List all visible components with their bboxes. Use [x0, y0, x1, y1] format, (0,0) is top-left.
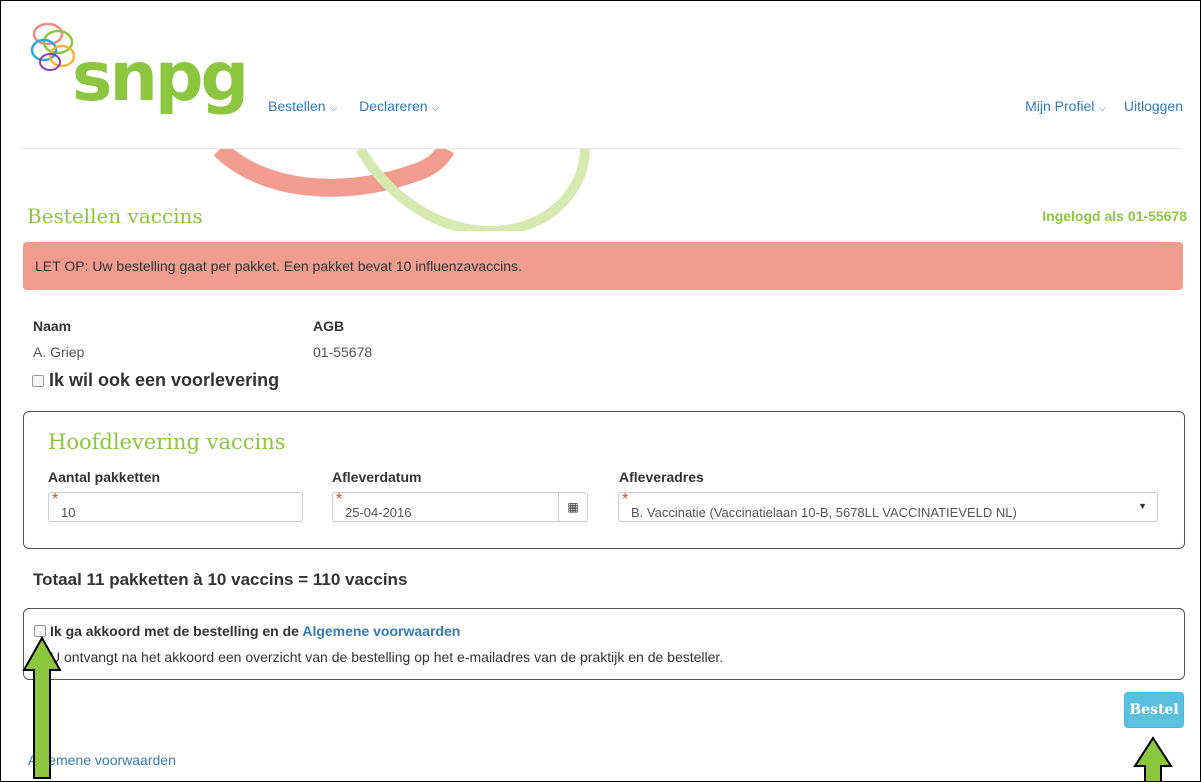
nav-label: Declareren — [359, 98, 428, 114]
select-caret-icon: ▼ — [1138, 501, 1147, 511]
logged-in-status: Ingelogd als 01-55678 — [1042, 208, 1187, 224]
bestel-button[interactable]: Bestel — [1124, 692, 1184, 728]
main-nav: Bestellen ⌵ Declareren ⌵ — [268, 98, 457, 114]
algemene-voorwaarden-link[interactable]: Algemene voorwaarden — [302, 623, 460, 639]
logo-text[interactable]: snpg — [72, 38, 249, 118]
afleveradres-value: B. Vaccinatie (Vaccinatielaan 10-B, 5678… — [631, 505, 1017, 520]
annotation-arrow-up-icon — [1133, 736, 1173, 782]
chevron-down-icon: ⌵ — [1098, 103, 1106, 114]
page-title: Bestellen vaccins — [27, 204, 203, 228]
calendar-icon[interactable]: ▦ — [558, 493, 587, 521]
afleverdatum-value: 25-04-2016 — [345, 505, 412, 520]
nav-declareren[interactable]: Declareren ⌵ — [359, 98, 439, 114]
afleveradres-select[interactable]: * B. Vaccinatie (Vaccinatielaan 10-B, 56… — [618, 492, 1158, 522]
user-nav: Mijn Profiel ⌵ Uitloggen — [1011, 98, 1183, 114]
order-alert: LET OP: Uw bestelling gaat per pakket. E… — [23, 242, 1183, 290]
voorlevering-label: Ik wil ook een voorlevering — [49, 370, 280, 390]
afleveradres-label: Afleveradres — [619, 469, 704, 485]
nav-mijn-profiel[interactable]: Mijn Profiel ⌵ — [1025, 98, 1106, 114]
required-icon: * — [336, 491, 343, 508]
agb-value: 01-55678 — [313, 344, 373, 360]
voorlevering-checkbox[interactable] — [32, 375, 44, 387]
afleverdatum-input[interactable]: * 25-04-2016 ▦ — [332, 492, 588, 522]
required-icon: * — [622, 491, 629, 508]
hoofdlevering-panel: Hoofdlevering vaccins Aantal pakketten *… — [23, 411, 1185, 549]
nav-label: Mijn Profiel — [1025, 98, 1095, 114]
hoofdlevering-title: Hoofdlevering vaccins — [48, 430, 286, 454]
aantal-label: Aantal pakketten — [48, 469, 161, 485]
nav-label: Bestellen — [268, 98, 326, 114]
name-value: A. Griep — [33, 344, 85, 360]
nav-uitloggen[interactable]: Uitloggen — [1124, 98, 1183, 114]
afleverdatum-label: Afleverdatum — [332, 469, 422, 485]
aantal-input[interactable]: * 10 — [48, 492, 303, 522]
decorative-swoosh — [213, 149, 590, 231]
akkoord-label: Ik ga akkoord met de bestelling en de — [50, 623, 299, 639]
required-icon: * — [52, 491, 59, 508]
annotation-arrow-up-icon — [22, 636, 62, 779]
akkoord-info: U ontvangt na het akkoord een overzicht … — [50, 649, 724, 665]
chevron-down-icon: ⌵ — [431, 103, 440, 114]
aantal-value: 10 — [61, 505, 76, 520]
akkoord-panel: Ik ga akkoord met de bestelling en de Al… — [23, 608, 1185, 680]
agb-label: AGB — [313, 318, 345, 334]
totaal-summary: Totaal 11 pakketten à 10 vaccins = 110 v… — [33, 570, 408, 589]
nav-bestellen[interactable]: Bestellen ⌵ — [268, 98, 337, 114]
chevron-down-icon: ⌵ — [329, 103, 338, 114]
akkoord-text: Ik ga akkoord met de bestelling en de Al… — [50, 623, 460, 639]
name-label: Naam — [33, 318, 72, 334]
